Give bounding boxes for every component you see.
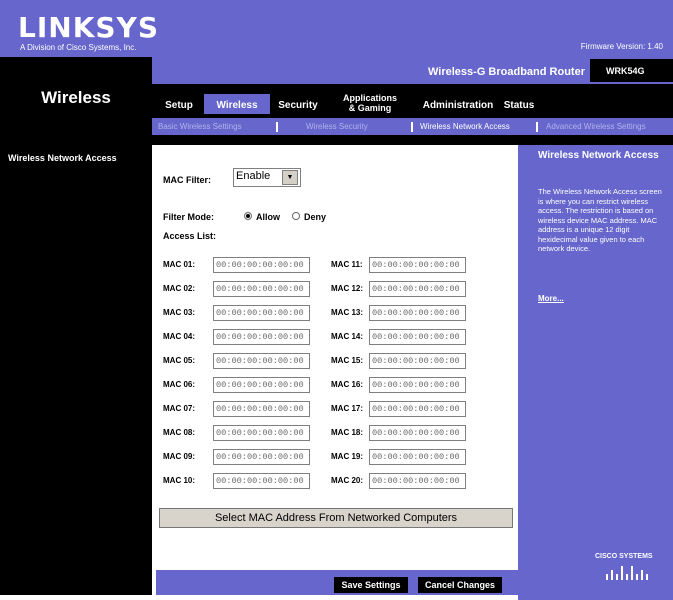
help-title: Wireless Network Access: [538, 150, 659, 161]
mac-label: MAC 12:: [331, 284, 364, 293]
mac-label: MAC 19:: [331, 452, 364, 461]
mac-label: MAC 17:: [331, 404, 364, 413]
mac-label: MAC 02:: [163, 284, 196, 293]
mac-address-input[interactable]: 00:00:00:00:00:00: [213, 401, 310, 417]
mac-label: MAC 20:: [331, 476, 364, 485]
mac-label: MAC 01:: [163, 260, 196, 269]
firmware-version: Firmware Version: 1.40: [580, 42, 663, 51]
mac-label: MAC 15:: [331, 356, 364, 365]
mac-address-input[interactable]: 00:00:00:00:00:00: [369, 305, 466, 321]
mac-address-input[interactable]: 00:00:00:00:00:00: [213, 473, 310, 489]
footer-left: [0, 570, 152, 595]
mac-label: MAC 11:: [331, 260, 363, 269]
subtab-separator: [536, 122, 538, 132]
tab-applications-gaming[interactable]: Applications & Gaming: [334, 93, 406, 113]
page-title: Wireless: [41, 88, 111, 107]
cisco-logo-text: CISCO SYSTEMS: [595, 553, 653, 560]
filter-mode-deny-radio[interactable]: [292, 212, 300, 220]
filter-mode-allow-label: Allow: [256, 212, 280, 222]
filter-mode-allow-radio[interactable]: [244, 212, 252, 220]
mac-address-input[interactable]: 00:00:00:00:00:00: [369, 377, 466, 393]
select-mac-address-button[interactable]: Select MAC Address From Networked Comput…: [159, 508, 513, 528]
mac-label: MAC 06:: [163, 380, 196, 389]
mac-address-input[interactable]: 00:00:00:00:00:00: [213, 377, 310, 393]
help-text: The Wireless Network Access screen is wh…: [538, 187, 662, 253]
chevron-down-icon[interactable]: ▼: [282, 170, 298, 185]
mac-address-input[interactable]: 00:00:00:00:00:00: [213, 425, 310, 441]
mac-label: MAC 04:: [163, 332, 196, 341]
mac-label: MAC 09:: [163, 452, 196, 461]
left-column: [0, 145, 152, 570]
mac-label: MAC 05:: [163, 356, 196, 365]
mac-label: MAC 14:: [331, 332, 364, 341]
mac-label: MAC 13:: [331, 308, 364, 317]
mac-label: MAC 16:: [331, 380, 364, 389]
mac-label: MAC 10:: [163, 476, 196, 485]
mac-address-input[interactable]: 00:00:00:00:00:00: [369, 449, 466, 465]
help-more-link[interactable]: More...: [538, 294, 564, 303]
mac-address-input[interactable]: 00:00:00:00:00:00: [369, 353, 466, 369]
mac-label: MAC 18:: [331, 428, 364, 437]
mac-label: MAC 08:: [163, 428, 196, 437]
model-name: WRK54G: [606, 66, 645, 76]
mac-address-input[interactable]: 00:00:00:00:00:00: [213, 353, 310, 369]
subtab-separator: [411, 122, 413, 132]
tab-setup[interactable]: Setup: [160, 100, 198, 111]
mac-filter-value: Enable: [236, 170, 271, 182]
section-title: Wireless Network Access: [8, 153, 117, 163]
linksys-logo: LINKSYS: [18, 11, 159, 44]
mac-filter-label: MAC Filter:: [163, 175, 211, 185]
mac-label: MAC 03:: [163, 308, 196, 317]
mac-address-input[interactable]: 00:00:00:00:00:00: [213, 329, 310, 345]
mac-label: MAC 07:: [163, 404, 196, 413]
subtab-wireless-network-access[interactable]: Wireless Network Access: [420, 122, 510, 132]
mac-address-input[interactable]: 00:00:00:00:00:00: [369, 401, 466, 417]
access-list-label: Access List:: [163, 231, 217, 241]
filter-mode-label: Filter Mode:: [163, 212, 214, 222]
cisco-logo-icon: [606, 566, 648, 580]
mac-address-input[interactable]: 00:00:00:00:00:00: [213, 257, 310, 273]
product-name: Wireless-G Broadband Router: [428, 66, 585, 78]
tab-wireless[interactable]: Wireless: [206, 100, 268, 111]
mac-address-input[interactable]: 00:00:00:00:00:00: [213, 305, 310, 321]
mac-address-input[interactable]: 00:00:00:00:00:00: [369, 257, 466, 273]
save-settings-button[interactable]: Save Settings: [334, 577, 408, 593]
mac-address-input[interactable]: 00:00:00:00:00:00: [213, 281, 310, 297]
tab-security[interactable]: Security: [272, 100, 324, 111]
mac-address-input[interactable]: 00:00:00:00:00:00: [369, 473, 466, 489]
subtab-advanced-wireless-settings[interactable]: Advanced Wireless Settings: [546, 122, 646, 132]
subtab-wireless-security[interactable]: Wireless Security: [306, 122, 368, 132]
mac-address-input[interactable]: 00:00:00:00:00:00: [369, 281, 466, 297]
tab-status[interactable]: Status: [500, 100, 538, 111]
mac-address-input[interactable]: 00:00:00:00:00:00: [369, 425, 466, 441]
filter-mode-deny-label: Deny: [304, 212, 327, 222]
subtab-separator: [276, 122, 278, 132]
cancel-changes-button[interactable]: Cancel Changes: [418, 577, 502, 593]
subtab-basic-wireless-settings[interactable]: Basic Wireless Settings: [158, 122, 242, 132]
mac-address-input[interactable]: 00:00:00:00:00:00: [213, 449, 310, 465]
tab-administration[interactable]: Administration: [420, 100, 496, 111]
mac-address-input[interactable]: 00:00:00:00:00:00: [369, 329, 466, 345]
logo-subtitle: A Division of Cisco Systems, Inc.: [20, 43, 137, 52]
